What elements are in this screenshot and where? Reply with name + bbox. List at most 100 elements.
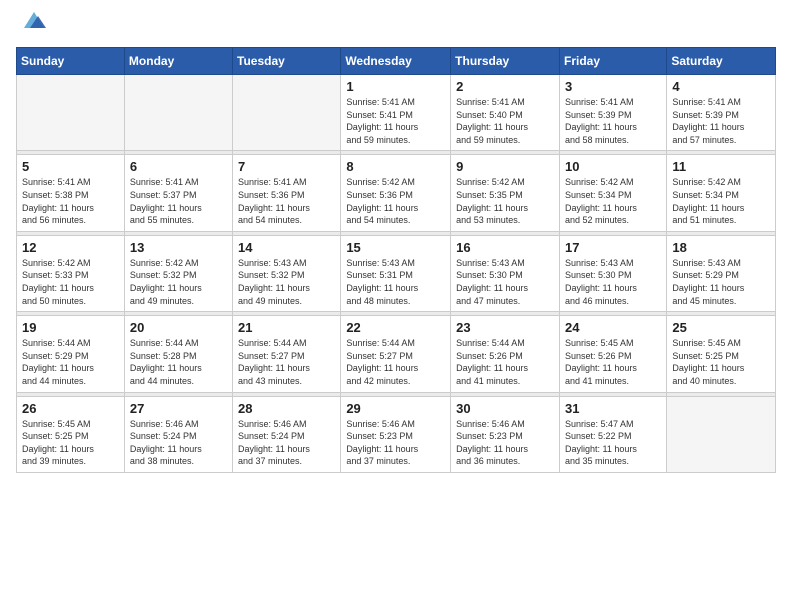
calendar-week-1: 1Sunrise: 5:41 AM Sunset: 5:41 PM Daylig… <box>17 75 776 151</box>
day-info: Sunrise: 5:44 AM Sunset: 5:27 PM Dayligh… <box>346 337 445 387</box>
calendar-cell: 3Sunrise: 5:41 AM Sunset: 5:39 PM Daylig… <box>559 75 666 151</box>
day-number: 2 <box>456 79 554 94</box>
day-info: Sunrise: 5:41 AM Sunset: 5:41 PM Dayligh… <box>346 96 445 146</box>
day-number: 19 <box>22 320 119 335</box>
weekday-header-saturday: Saturday <box>667 48 776 75</box>
day-info: Sunrise: 5:42 AM Sunset: 5:34 PM Dayligh… <box>672 176 770 226</box>
calendar-cell: 12 Sunrise: 5:42 AM Sunset: 5:33 PM Dayli… <box>17 235 125 311</box>
calendar-cell: 11 Sunrise: 5:42 AM Sunset: 5:34 PM Dayli… <box>667 155 776 231</box>
calendar-cell: 10 Sunrise: 5:42 AM Sunset: 5:34 PM Dayli… <box>559 155 666 231</box>
day-info: Sunrise: 5:44 AM Sunset: 5:29 PM Dayligh… <box>22 337 119 387</box>
weekday-header-row: SundayMondayTuesdayWednesdayThursdayFrid… <box>17 48 776 75</box>
calendar-cell: 4 Sunrise: 5:41 AM Sunset: 5:39 PM Daylig… <box>667 75 776 151</box>
calendar-week-3: 12 Sunrise: 5:42 AM Sunset: 5:33 PM Dayli… <box>17 235 776 311</box>
day-info: Sunrise: 5:44 AM Sunset: 5:28 PM Dayligh… <box>130 337 227 387</box>
day-info: Sunrise: 5:42 AM Sunset: 5:32 PM Dayligh… <box>130 257 227 307</box>
day-number: 13 <box>130 240 227 255</box>
calendar-week-2: 5 Sunrise: 5:41 AM Sunset: 5:38 PM Daylig… <box>17 155 776 231</box>
day-number: 20 <box>130 320 227 335</box>
calendar-cell <box>667 396 776 472</box>
calendar-cell: 9 Sunrise: 5:42 AM Sunset: 5:35 PM Daylig… <box>451 155 560 231</box>
calendar-cell: 18 Sunrise: 5:43 AM Sunset: 5:29 PM Dayli… <box>667 235 776 311</box>
day-info: Sunrise: 5:46 AM Sunset: 5:24 PM Dayligh… <box>238 418 335 468</box>
day-number: 12 <box>22 240 119 255</box>
calendar-cell: 27 Sunrise: 5:46 AM Sunset: 5:24 PM Dayli… <box>124 396 232 472</box>
day-info: Sunrise: 5:45 AM Sunset: 5:25 PM Dayligh… <box>22 418 119 468</box>
logo-icon <box>20 10 48 35</box>
day-number: 26 <box>22 401 119 416</box>
day-number: 9 <box>456 159 554 174</box>
calendar-cell: 8 Sunrise: 5:42 AM Sunset: 5:36 PM Daylig… <box>341 155 451 231</box>
day-info: Sunrise: 5:43 AM Sunset: 5:30 PM Dayligh… <box>456 257 554 307</box>
day-info: Sunrise: 5:47 AM Sunset: 5:22 PM Dayligh… <box>565 418 661 468</box>
day-info: Sunrise: 5:41 AM Sunset: 5:39 PM Dayligh… <box>672 96 770 146</box>
calendar-cell: 5 Sunrise: 5:41 AM Sunset: 5:38 PM Daylig… <box>17 155 125 231</box>
day-number: 5 <box>22 159 119 174</box>
day-info: Sunrise: 5:45 AM Sunset: 5:26 PM Dayligh… <box>565 337 661 387</box>
day-info: Sunrise: 5:41 AM Sunset: 5:36 PM Dayligh… <box>238 176 335 226</box>
calendar-cell: 1Sunrise: 5:41 AM Sunset: 5:41 PM Daylig… <box>341 75 451 151</box>
day-number: 10 <box>565 159 661 174</box>
calendar-cell: 30Sunrise: 5:46 AM Sunset: 5:23 PM Dayli… <box>451 396 560 472</box>
weekday-header-monday: Monday <box>124 48 232 75</box>
calendar-page: SundayMondayTuesdayWednesdayThursdayFrid… <box>0 0 792 612</box>
day-info: Sunrise: 5:42 AM Sunset: 5:34 PM Dayligh… <box>565 176 661 226</box>
calendar-cell <box>124 75 232 151</box>
day-number: 15 <box>346 240 445 255</box>
calendar-cell: 25Sunrise: 5:45 AM Sunset: 5:25 PM Dayli… <box>667 316 776 392</box>
day-number: 11 <box>672 159 770 174</box>
calendar-table: SundayMondayTuesdayWednesdayThursdayFrid… <box>16 47 776 473</box>
day-number: 24 <box>565 320 661 335</box>
day-info: Sunrise: 5:43 AM Sunset: 5:32 PM Dayligh… <box>238 257 335 307</box>
calendar-week-4: 19 Sunrise: 5:44 AM Sunset: 5:29 PM Dayli… <box>17 316 776 392</box>
day-info: Sunrise: 5:43 AM Sunset: 5:29 PM Dayligh… <box>672 257 770 307</box>
day-info: Sunrise: 5:45 AM Sunset: 5:25 PM Dayligh… <box>672 337 770 387</box>
calendar-cell: 29 Sunrise: 5:46 AM Sunset: 5:23 PM Dayli… <box>341 396 451 472</box>
calendar-cell: 19 Sunrise: 5:44 AM Sunset: 5:29 PM Dayli… <box>17 316 125 392</box>
day-info: Sunrise: 5:46 AM Sunset: 5:24 PM Dayligh… <box>130 418 227 468</box>
day-info: Sunrise: 5:43 AM Sunset: 5:31 PM Dayligh… <box>346 257 445 307</box>
calendar-cell: 24 Sunrise: 5:45 AM Sunset: 5:26 PM Dayli… <box>559 316 666 392</box>
calendar-cell: 2Sunrise: 5:41 AM Sunset: 5:40 PM Daylig… <box>451 75 560 151</box>
weekday-header-wednesday: Wednesday <box>341 48 451 75</box>
day-number: 14 <box>238 240 335 255</box>
day-number: 17 <box>565 240 661 255</box>
calendar-cell: 14 Sunrise: 5:43 AM Sunset: 5:32 PM Dayli… <box>233 235 341 311</box>
calendar-cell <box>17 75 125 151</box>
day-number: 4 <box>672 79 770 94</box>
calendar-cell: 21 Sunrise: 5:44 AM Sunset: 5:27 PM Dayli… <box>233 316 341 392</box>
calendar-cell: 20 Sunrise: 5:44 AM Sunset: 5:28 PM Dayli… <box>124 316 232 392</box>
calendar-week-5: 26 Sunrise: 5:45 AM Sunset: 5:25 PM Dayli… <box>17 396 776 472</box>
day-info: Sunrise: 5:42 AM Sunset: 5:35 PM Dayligh… <box>456 176 554 226</box>
day-info: Sunrise: 5:42 AM Sunset: 5:33 PM Dayligh… <box>22 257 119 307</box>
calendar-cell: 22Sunrise: 5:44 AM Sunset: 5:27 PM Dayli… <box>341 316 451 392</box>
calendar-cell <box>233 75 341 151</box>
weekday-header-sunday: Sunday <box>17 48 125 75</box>
day-number: 6 <box>130 159 227 174</box>
day-info: Sunrise: 5:43 AM Sunset: 5:30 PM Dayligh… <box>565 257 661 307</box>
calendar-cell: 16 Sunrise: 5:43 AM Sunset: 5:30 PM Dayli… <box>451 235 560 311</box>
day-number: 31 <box>565 401 661 416</box>
day-number: 23 <box>456 320 554 335</box>
day-number: 27 <box>130 401 227 416</box>
day-number: 8 <box>346 159 445 174</box>
weekday-header-friday: Friday <box>559 48 666 75</box>
calendar-cell: 31 Sunrise: 5:47 AM Sunset: 5:22 PM Dayli… <box>559 396 666 472</box>
day-number: 16 <box>456 240 554 255</box>
day-number: 29 <box>346 401 445 416</box>
day-info: Sunrise: 5:46 AM Sunset: 5:23 PM Dayligh… <box>456 418 554 468</box>
day-number: 18 <box>672 240 770 255</box>
day-info: Sunrise: 5:41 AM Sunset: 5:38 PM Dayligh… <box>22 176 119 226</box>
calendar-cell: 26 Sunrise: 5:45 AM Sunset: 5:25 PM Dayli… <box>17 396 125 472</box>
calendar-cell: 17 Sunrise: 5:43 AM Sunset: 5:30 PM Dayli… <box>559 235 666 311</box>
day-info: Sunrise: 5:44 AM Sunset: 5:27 PM Dayligh… <box>238 337 335 387</box>
day-info: Sunrise: 5:41 AM Sunset: 5:39 PM Dayligh… <box>565 96 661 146</box>
day-number: 21 <box>238 320 335 335</box>
day-number: 28 <box>238 401 335 416</box>
day-info: Sunrise: 5:41 AM Sunset: 5:37 PM Dayligh… <box>130 176 227 226</box>
day-info: Sunrise: 5:46 AM Sunset: 5:23 PM Dayligh… <box>346 418 445 468</box>
calendar-cell: 6 Sunrise: 5:41 AM Sunset: 5:37 PM Daylig… <box>124 155 232 231</box>
day-info: Sunrise: 5:42 AM Sunset: 5:36 PM Dayligh… <box>346 176 445 226</box>
weekday-header-tuesday: Tuesday <box>233 48 341 75</box>
day-number: 7 <box>238 159 335 174</box>
